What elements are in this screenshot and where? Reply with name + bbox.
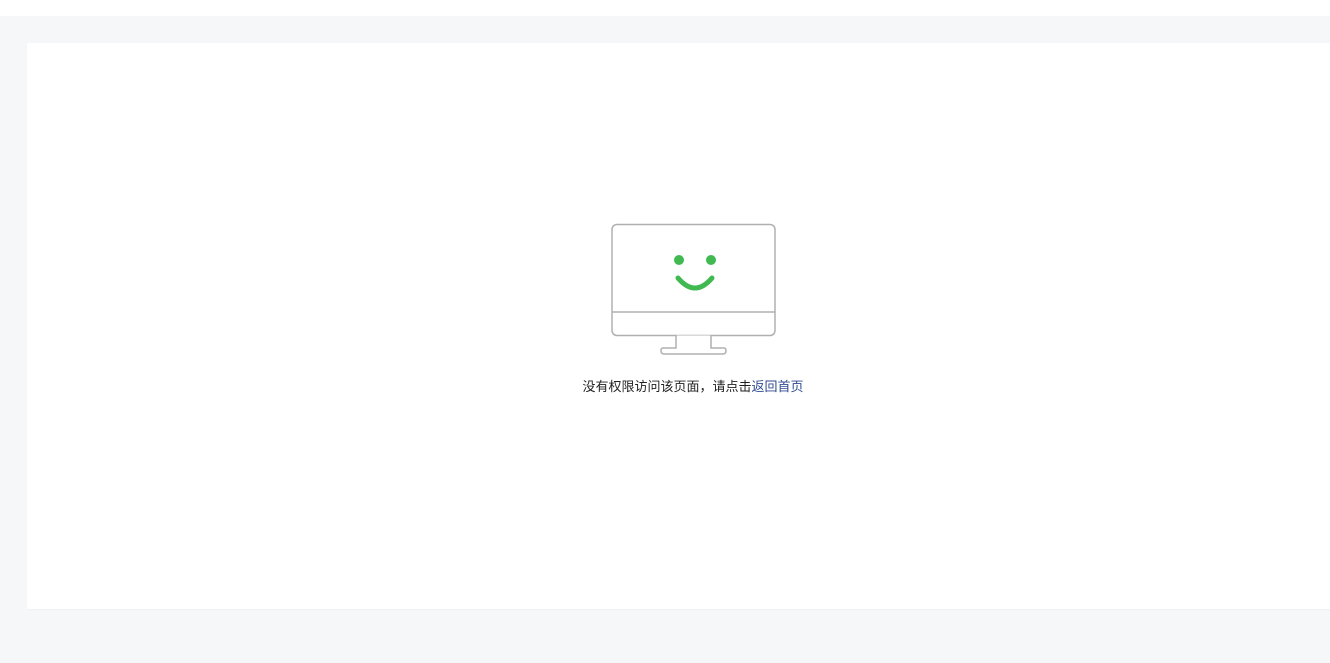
smiley-right-eye [706, 255, 716, 265]
top-bar [0, 0, 1330, 16]
monitor-frame [611, 223, 776, 337]
monitor-stand [660, 335, 727, 355]
no-permission-message: 没有权限访问该页面，请点击返回首页 [0, 379, 1330, 397]
smiley-left-eye [674, 255, 684, 265]
message-text: 没有权限访问该页面，请点击 [582, 380, 752, 395]
monitor-smiley-icon [610, 223, 777, 357]
return-home-link[interactable]: 返回首页 [752, 380, 804, 395]
